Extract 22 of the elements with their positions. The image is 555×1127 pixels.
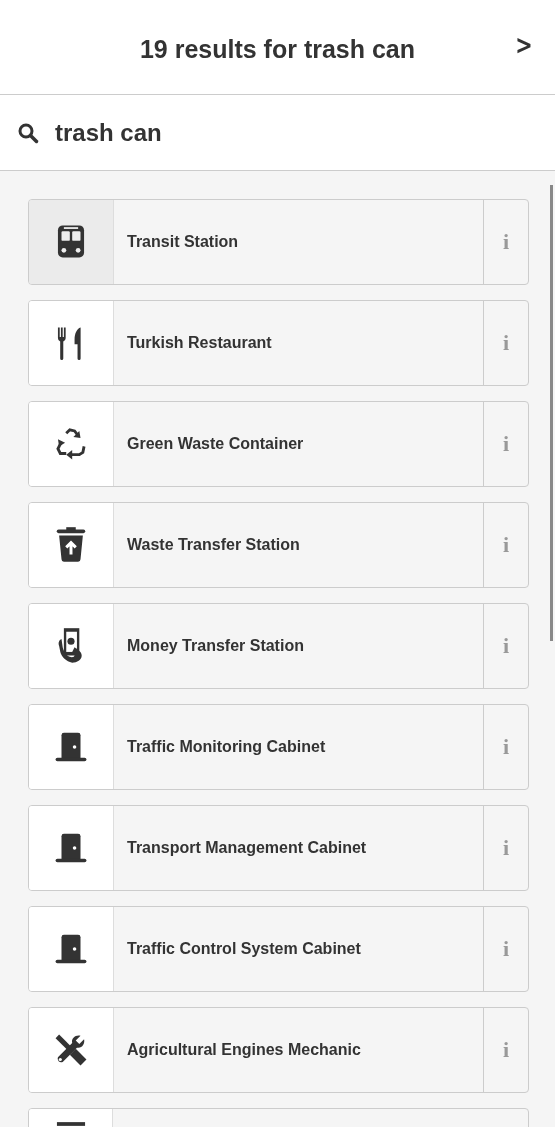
result-name: Traffic Monitoring Cabinet: [127, 738, 326, 756]
result-item[interactable]: Waste Transfer Station i: [28, 502, 529, 588]
result-item[interactable]: Transport Management Cabinet i: [28, 805, 529, 891]
result-name: Money Transfer Station: [127, 637, 304, 655]
next-button[interactable]: >: [512, 30, 536, 60]
search-field[interactable]: trash can: [0, 95, 555, 171]
result-item[interactable]: Green Waste Container i: [28, 401, 529, 487]
result-item[interactable]: Agricultural Engines Mechanic i: [28, 1007, 529, 1093]
results-title: 19 results for trash can: [139, 33, 416, 64]
result-name: Transport Management Cabinet: [127, 839, 367, 857]
result-item[interactable]: Traffic Control System Cabinet i: [28, 906, 529, 992]
result-item[interactable]: Turkish Restaurant i: [28, 300, 529, 386]
result-name: Waste Transfer Station: [127, 536, 300, 554]
result-name: Transit Station: [127, 233, 239, 251]
result-name: Turkish Restaurant: [127, 334, 272, 352]
result-item[interactable]: Money Transfer Station i: [28, 603, 529, 689]
result-name: Traffic Control System Cabinet: [127, 940, 361, 958]
result-name: Green Waste Container: [127, 435, 304, 453]
search-input[interactable]: trash can: [55, 118, 495, 147]
result-item[interactable]: Transit Station i: [28, 199, 529, 285]
result-item[interactable]: Traffic Monitoring Cabinet i: [28, 704, 529, 790]
result-name: Agricultural Engines Mechanic: [127, 1041, 361, 1059]
